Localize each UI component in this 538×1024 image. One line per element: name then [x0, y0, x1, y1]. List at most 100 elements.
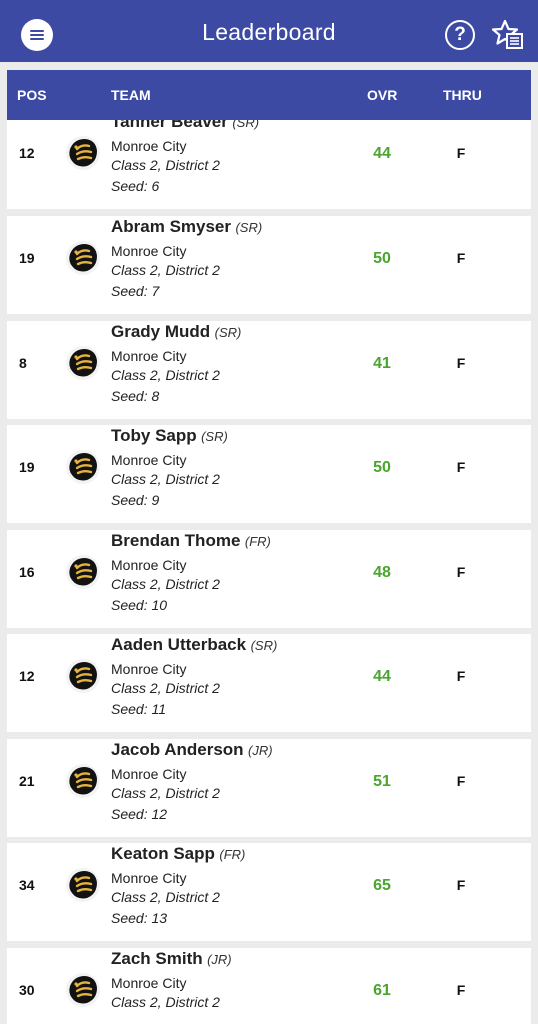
team-logo-icon: [66, 241, 100, 275]
team-logo-icon: [66, 868, 100, 902]
player-district: Class 2, District 2: [111, 576, 220, 592]
player-seed: Seed: 7: [111, 283, 160, 299]
row-thru: F: [456, 982, 466, 998]
row-ovr-score: 61: [373, 982, 391, 999]
player-seed: Seed: 9: [111, 492, 160, 508]
star-list-icon[interactable]: [491, 18, 525, 52]
row-position: 30: [19, 982, 35, 998]
row-thru: F: [456, 773, 466, 789]
player-class: (SR): [232, 120, 260, 130]
leaderboard-row[interactable]: 19 Abram Smyser (SR) Monroe City Class 2…: [7, 216, 531, 314]
player-school: Monroe City: [111, 766, 187, 782]
leaderboard-row[interactable]: 30 Zach Smith (JR) Monroe City Class 2, …: [7, 948, 531, 1024]
row-position: 19: [19, 459, 35, 475]
player-class: (JR): [207, 952, 232, 967]
team-logo-icon: [66, 136, 100, 170]
player-class: (JR): [248, 743, 273, 758]
team-logo-icon: [66, 450, 100, 484]
row-ovr-score: 50: [373, 459, 391, 476]
column-header-thru[interactable]: THRU: [443, 87, 482, 103]
player-name: Keaton Sapp: [111, 844, 215, 863]
column-header-team[interactable]: TEAM: [111, 87, 151, 103]
row-position: 19: [19, 250, 35, 266]
leaderboard-row[interactable]: 12 Aaden Utterback (SR) Monroe City Clas…: [7, 634, 531, 732]
leaderboard-header-row: POS TEAM OVR THRU: [7, 70, 531, 120]
player-name: Brendan Thome: [111, 531, 241, 550]
row-ovr-score: 48: [373, 564, 391, 581]
row-thru: F: [456, 564, 466, 580]
leaderboard-row[interactable]: 21 Jacob Anderson (JR) Monroe City Class…: [7, 739, 531, 837]
player-class: (SR): [214, 325, 242, 340]
leaderboard-row[interactable]: 19 Toby Sapp (SR) Monroe City Class 2, D…: [7, 425, 531, 523]
row-position: 34: [19, 877, 35, 893]
player-name-line: Zach Smith (JR): [111, 949, 232, 969]
team-logo-icon: [66, 555, 100, 589]
leaderboard-list[interactable]: 12 Tanner Beaver (SR) Monroe City Class …: [7, 120, 531, 1024]
player-class: (FR): [244, 534, 271, 549]
row-position: 21: [19, 773, 35, 789]
player-name: Tanner Beaver: [111, 120, 228, 131]
team-logo-icon: [66, 973, 100, 1007]
row-position: 12: [19, 668, 35, 684]
row-position: 12: [19, 145, 35, 161]
player-name-line: Jacob Anderson (JR): [111, 740, 273, 760]
column-header-pos[interactable]: POS: [17, 87, 47, 103]
player-school: Monroe City: [111, 138, 187, 154]
row-thru: F: [456, 459, 466, 475]
question-circle-icon[interactable]: ?: [445, 20, 475, 50]
player-seed: Seed: 11: [111, 701, 167, 717]
player-name-line: Keaton Sapp (FR): [111, 844, 245, 864]
player-district: Class 2, District 2: [111, 367, 220, 383]
player-seed: Seed: 12: [111, 806, 168, 822]
player-school: Monroe City: [111, 557, 187, 573]
leaderboard-row[interactable]: 8 Grady Mudd (SR) Monroe City Class 2, D…: [7, 321, 531, 419]
player-school: Monroe City: [111, 243, 187, 259]
row-ovr-score: 44: [373, 668, 391, 685]
leaderboard-row[interactable]: 16 Brendan Thome (FR) Monroe City Class …: [7, 530, 531, 628]
row-ovr-score: 65: [373, 877, 391, 894]
player-name-line: Brendan Thome (FR): [111, 531, 271, 551]
team-logo-icon: [66, 346, 100, 380]
player-name: Abram Smyser: [111, 217, 232, 236]
row-ovr-score: 50: [373, 250, 391, 267]
player-school: Monroe City: [111, 348, 187, 364]
player-seed: Seed: 8: [111, 388, 160, 404]
player-name-line: Aaden Utterback (SR): [111, 635, 277, 655]
player-name: Aaden Utterback: [111, 635, 247, 654]
top-app-bar: Leaderboard ?: [0, 0, 538, 62]
player-district: Class 2, District 2: [111, 262, 220, 278]
row-thru: F: [456, 355, 466, 371]
leaderboard-row[interactable]: 34 Keaton Sapp (FR) Monroe City Class 2,…: [7, 843, 531, 941]
player-name: Grady Mudd: [111, 322, 211, 341]
team-logo-icon: [66, 659, 100, 693]
player-name: Zach Smith: [111, 949, 203, 968]
player-class: (SR): [250, 638, 278, 653]
player-seed: Seed: 10: [111, 597, 168, 613]
player-district: Class 2, District 2: [111, 785, 220, 801]
row-position: 16: [19, 564, 35, 580]
player-school: Monroe City: [111, 870, 187, 886]
player-seed: Seed: 13: [111, 910, 168, 926]
player-school: Monroe City: [111, 661, 187, 677]
player-district: Class 2, District 2: [111, 994, 220, 1010]
player-name-line: Abram Smyser (SR): [111, 217, 262, 237]
player-class: (SR): [235, 220, 263, 235]
player-class: (FR): [219, 847, 246, 862]
player-name-line: Grady Mudd (SR): [111, 322, 241, 342]
row-position: 8: [19, 355, 27, 371]
player-school: Monroe City: [111, 452, 187, 468]
row-thru: F: [456, 877, 466, 893]
row-ovr-score: 51: [373, 773, 391, 790]
leaderboard-row[interactable]: 12 Tanner Beaver (SR) Monroe City Class …: [7, 120, 531, 209]
player-name-line: Toby Sapp (SR): [111, 426, 228, 446]
row-thru: F: [456, 250, 466, 266]
player-district: Class 2, District 2: [111, 889, 220, 905]
player-seed: Seed: 6: [111, 178, 160, 194]
row-thru: F: [456, 145, 466, 161]
player-name: Toby Sapp: [111, 426, 197, 445]
player-name-line: Tanner Beaver (SR): [111, 120, 259, 132]
column-header-ovr[interactable]: OVR: [367, 87, 397, 103]
row-thru: F: [456, 668, 466, 684]
player-name: Jacob Anderson: [111, 740, 244, 759]
row-ovr-score: 41: [373, 355, 391, 372]
